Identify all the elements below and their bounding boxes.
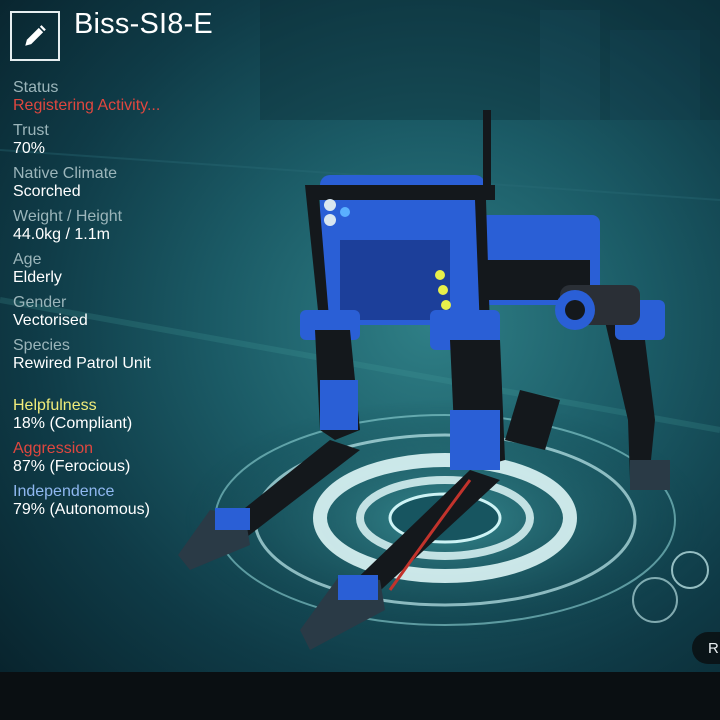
- independence-label: Independence: [13, 483, 115, 500]
- age-label: Age: [13, 251, 42, 268]
- gender-label: Gender: [13, 294, 67, 311]
- weight-height-label: Weight / Height: [13, 208, 123, 225]
- independence-value: 79% (Autonomous): [13, 501, 150, 518]
- action-button-label: R: [708, 639, 719, 657]
- rename-button[interactable]: [10, 11, 60, 61]
- gender-value: Vectorised: [13, 312, 88, 329]
- age-value: Elderly: [13, 269, 62, 286]
- weight-height-value: 44.0kg / 1.1m: [13, 226, 110, 243]
- aggression-value: 87% (Ferocious): [13, 458, 131, 475]
- trust-label: Trust: [13, 122, 49, 139]
- native-climate-label: Native Climate: [13, 165, 118, 182]
- trust-value: 70%: [13, 140, 46, 157]
- companion-info-panel: Status Registering Activity... Trust 70%…: [13, 79, 253, 526]
- species-label: Species: [13, 337, 70, 354]
- pencil-icon: [25, 25, 46, 46]
- helpfulness-value: 18% (Compliant): [13, 415, 133, 432]
- bottom-bar: [0, 672, 720, 720]
- companion-name: Biss-SI8-E: [74, 8, 213, 40]
- aggression-label: Aggression: [13, 440, 94, 457]
- action-button[interactable]: R: [692, 632, 720, 664]
- game-viewport: Biss-SI8-E Status Registering Activity..…: [0, 0, 720, 720]
- native-climate-value: Scorched: [13, 183, 81, 200]
- status-value: Registering Activity...: [13, 97, 161, 114]
- species-value: Rewired Patrol Unit: [13, 355, 151, 372]
- helpfulness-label: Helpfulness: [13, 397, 97, 414]
- status-label: Status: [13, 79, 59, 96]
